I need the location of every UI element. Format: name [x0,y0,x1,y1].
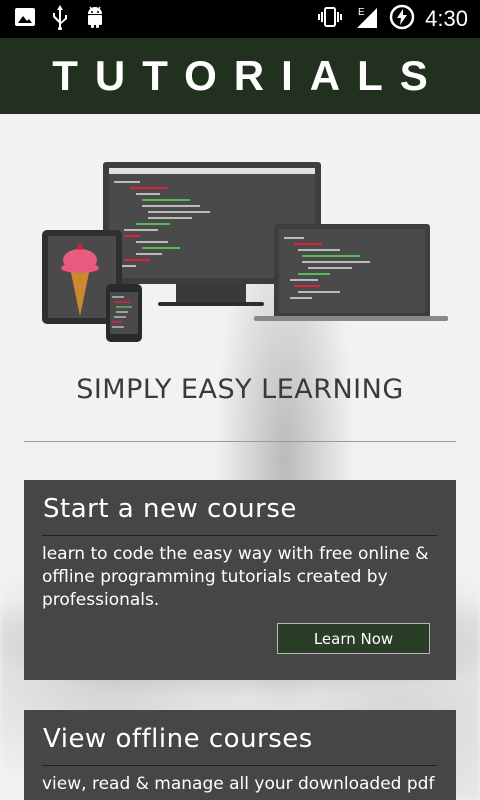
divider [24,441,456,442]
vibrate-icon [317,6,343,32]
card-divider [42,765,437,766]
usb-icon [50,4,70,34]
card-title: Start a new course [43,494,297,524]
devices-illustration [42,162,448,342]
blurred-background [0,38,480,800]
signal-e-icon: E [353,4,379,34]
status-bar: E 4:30 [0,0,480,38]
tagline: SIMPLY EASY LEARNING [76,374,404,405]
card-divider [42,535,437,536]
svg-text:E: E [358,7,365,18]
card-description: view, read & manage all your downloaded … [42,774,435,794]
offline-courses-card[interactable]: View offline courses view, read & manage… [24,710,456,800]
card-description: learn to code the easy way with free onl… [42,544,429,610]
learn-now-button[interactable]: Learn Now [277,623,430,654]
image-icon [14,7,36,31]
battery-charging-icon [389,4,415,34]
android-icon [84,5,106,33]
start-course-card[interactable]: Start a new course learn to code the eas… [24,480,456,680]
app-title: TUTORIALS [52,52,445,99]
clock: 4:30 [425,6,468,31]
card-title: View offline courses [43,724,313,754]
app-header: TUTORIALS [0,38,480,114]
